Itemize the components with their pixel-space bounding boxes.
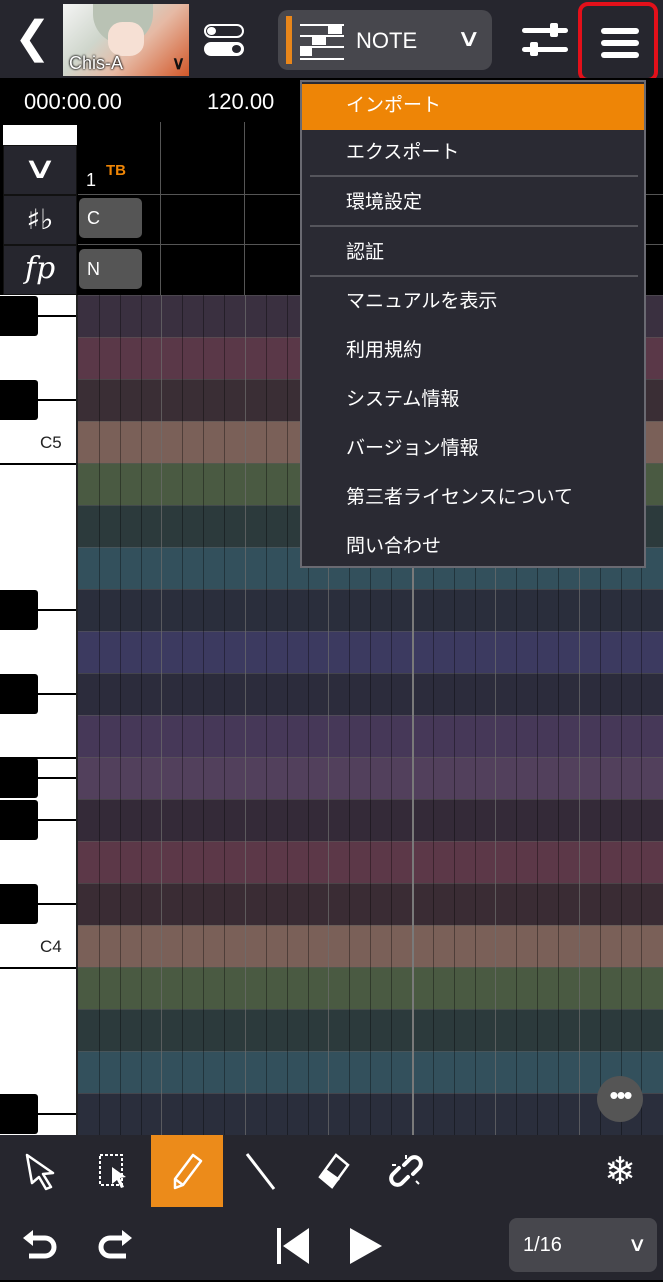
menu-item[interactable]: 利用規約 <box>302 329 644 375</box>
menu-item[interactable]: 第三者ライセンスについて <box>302 476 644 522</box>
tempo[interactable]: 120.00 <box>207 89 274 115</box>
unlink-tool[interactable] <box>370 1135 442 1207</box>
menu-item[interactable]: 環境設定 <box>302 181 644 227</box>
more-button[interactable]: ••• <box>597 1076 643 1122</box>
rewind-button[interactable] <box>257 1210 329 1282</box>
broken-link-icon <box>389 1155 423 1187</box>
line-icon <box>245 1153 276 1190</box>
menu-separator <box>310 275 638 277</box>
grid-line <box>120 295 121 1135</box>
dynamics-event[interactable]: N <box>79 249 142 289</box>
key-event[interactable]: C <box>79 198 142 238</box>
redo-icon <box>98 1230 132 1259</box>
key-label-c4: C4 <box>40 937 62 956</box>
freeze-button[interactable]: ❄ <box>584 1135 656 1207</box>
eraser-tool[interactable] <box>297 1135 369 1207</box>
key-value: C <box>87 208 100 228</box>
sharp-flat-icon: ♯♭ <box>26 203 54 236</box>
menu-item[interactable]: バージョン情報 <box>302 427 644 473</box>
top-bar: ❮ Chis-A ∨ NOTE ∨ <box>0 0 663 82</box>
key-divider <box>0 757 76 759</box>
chevron-down-icon: ∨ <box>22 152 58 185</box>
grid-line <box>161 295 162 1135</box>
singer-selector[interactable]: Chis-A ∨ <box>63 4 189 76</box>
sliders-icon[interactable] <box>522 20 568 60</box>
pencil-icon <box>173 1153 203 1190</box>
grid-line <box>245 295 246 1135</box>
measure-number: 1 <box>86 170 97 190</box>
arrow-cursor-icon <box>25 1153 55 1191</box>
menu-item[interactable]: システム情報 <box>302 378 644 424</box>
grid-line <box>141 295 142 1135</box>
menu-item[interactable]: エクスポート <box>302 131 644 177</box>
redo-button[interactable] <box>78 1210 150 1282</box>
menu-item[interactable]: マニュアルを表示 <box>302 280 644 326</box>
key-divider <box>0 693 76 695</box>
skip-back-icon <box>277 1228 309 1264</box>
key-label-c5: C5 <box>40 433 62 452</box>
grid-line <box>266 295 267 1135</box>
fp-icon: fp <box>24 251 56 286</box>
undo-icon <box>23 1230 57 1259</box>
play-button[interactable] <box>330 1210 402 1282</box>
grid-line <box>182 295 183 1135</box>
note-mode-icon <box>300 24 344 60</box>
key-divider <box>0 399 76 401</box>
menu-item[interactable]: インポート <box>302 84 644 130</box>
menu-separator <box>310 225 638 227</box>
range-select-tool[interactable] <box>78 1135 150 1207</box>
key-button[interactable]: ♯♭ <box>3 195 77 245</box>
dynamics-value: N <box>87 259 100 279</box>
marquee-select-icon <box>99 1154 126 1188</box>
dynamics-button[interactable]: fp <box>3 245 77 295</box>
quantize-value: 1/16 <box>523 1234 562 1256</box>
key-divider <box>0 777 76 779</box>
line-tool[interactable] <box>224 1135 296 1207</box>
menu-separator <box>310 175 638 177</box>
quantize-dropdown[interactable]: 1/16 ∨ <box>509 1218 657 1272</box>
key-divider <box>0 609 76 611</box>
grid-line <box>287 295 288 1135</box>
chevron-down-icon: ∨ <box>171 53 185 73</box>
undo-button[interactable] <box>5 1210 77 1282</box>
key-divider <box>0 315 76 317</box>
mode-label: NOTE <box>356 28 418 53</box>
singer-name: Chis-A <box>69 53 124 73</box>
mode-accent-bar <box>286 16 292 64</box>
key-divider <box>0 903 76 905</box>
key-divider <box>0 1113 76 1115</box>
chevron-down-icon: ∨ <box>456 25 482 52</box>
toggle-icon[interactable] <box>204 24 248 58</box>
key-divider <box>0 463 76 465</box>
pencil-tool[interactable] <box>151 1135 223 1207</box>
key-divider <box>0 967 76 969</box>
piano-keyboard[interactable]: C5 C4 <box>0 295 78 1135</box>
tempo-marker[interactable]: TB <box>106 162 126 179</box>
select-tool[interactable] <box>5 1135 77 1207</box>
grid-line <box>224 295 225 1135</box>
main-menu: インポート エクスポート 環境設定 認証 マニュアルを表示 利用規約 システム情報 バージョン… <box>300 80 646 568</box>
grid-line <box>203 295 204 1135</box>
menu-item[interactable]: 問い合わせ <box>302 525 644 571</box>
key-divider <box>0 819 76 821</box>
play-icon <box>350 1228 382 1264</box>
collapse-button[interactable]: ∨ <box>3 145 77 195</box>
left-controls: ∨ ♯♭ fp <box>0 122 78 295</box>
playhead-area[interactable] <box>3 125 77 145</box>
chevron-down-icon: ∨ <box>628 1234 648 1256</box>
grid-line <box>99 295 100 1135</box>
snowflake-icon: ❄ <box>604 1150 636 1193</box>
avatar-face <box>108 22 144 56</box>
time-position: 000:00.00 <box>24 89 122 114</box>
menu-item[interactable]: 認証 <box>302 231 644 277</box>
back-button[interactable]: ❮ <box>14 16 54 62</box>
mode-dropdown[interactable]: NOTE ∨ <box>278 10 492 70</box>
menu-button[interactable] <box>578 2 658 82</box>
eraser-icon <box>318 1153 350 1189</box>
